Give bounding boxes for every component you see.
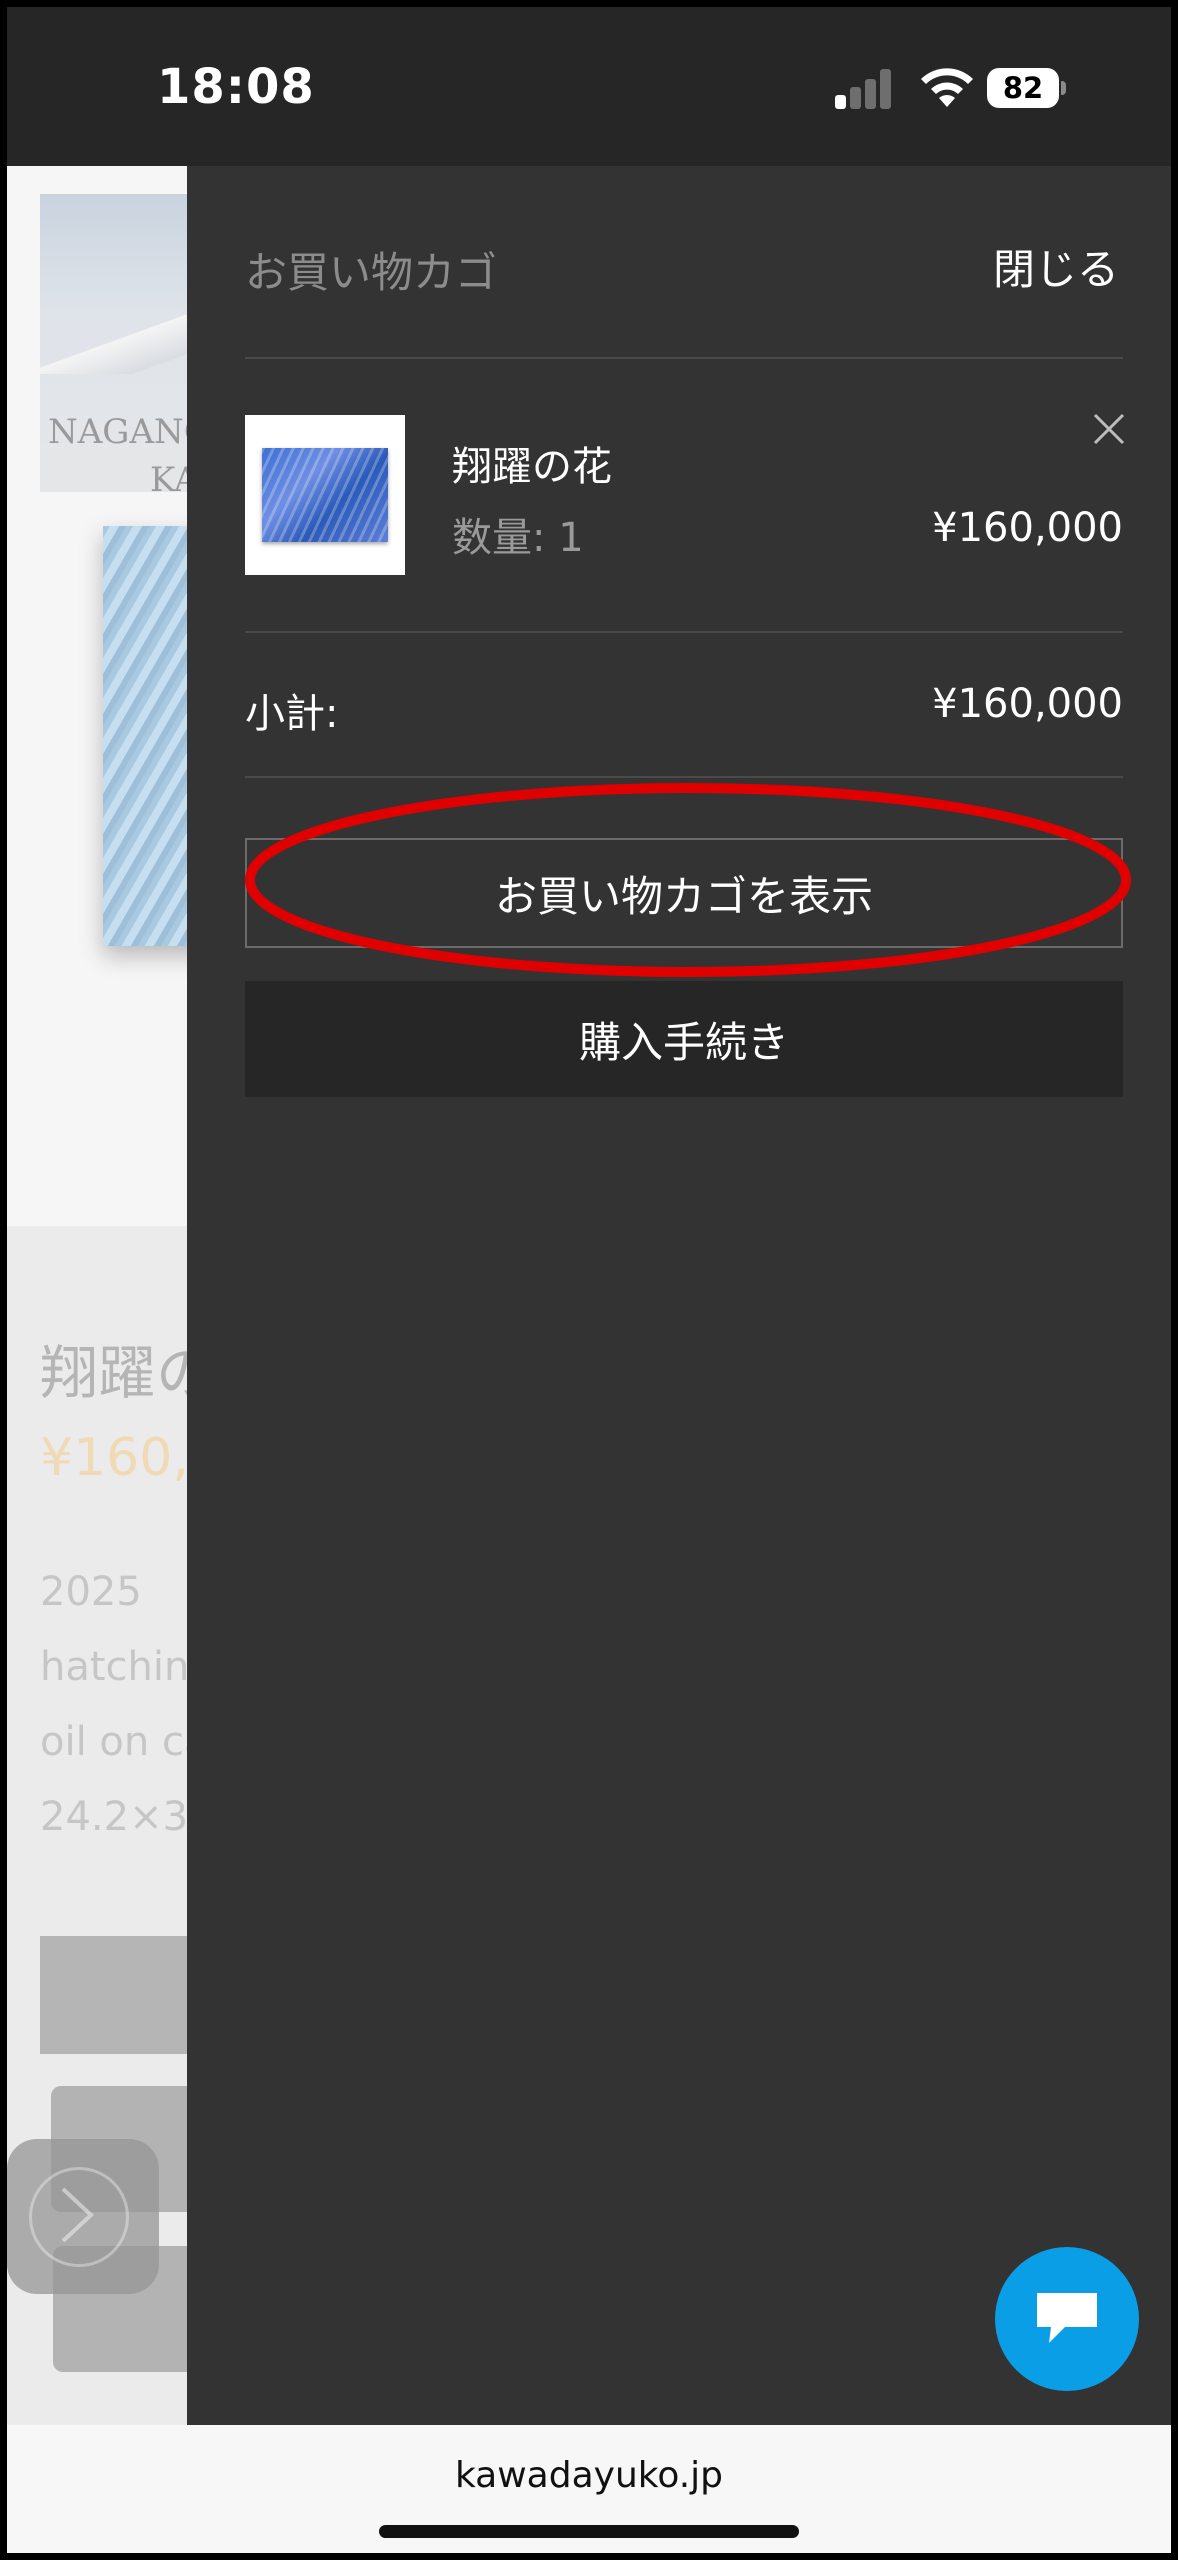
cart-item-quantity: 数量: 1 — [452, 515, 584, 561]
divider — [245, 776, 1123, 778]
divider — [245, 357, 1123, 359]
url-text[interactable]: kawadayuko.jp — [7, 2455, 1171, 2496]
checkout-label: 購入手続き — [578, 1017, 789, 1067]
checkout-button[interactable]: 購入手続き — [245, 981, 1123, 1097]
next-arrow-button[interactable] — [7, 2139, 159, 2294]
cart-drawer: お買い物カゴ 閉じる 翔躍の花 数量: 1 ¥160,000 小計: ¥160,… — [187, 166, 1171, 2425]
close-icon[interactable] — [1092, 412, 1126, 446]
cart-title: お買い物カゴ — [245, 248, 498, 297]
view-cart-label: お買い物カゴを表示 — [494, 871, 873, 921]
wifi-icon — [921, 68, 973, 107]
cart-item-artwork — [262, 448, 388, 542]
product-spec-year: 2025 — [40, 1569, 142, 1615]
quantity-field — [40, 1936, 210, 2054]
cart-item-name[interactable]: 翔躍の花 — [452, 434, 612, 492]
signal-icon — [835, 69, 893, 109]
product-spec-medium: oil on ca — [40, 1719, 209, 1765]
chat-bubble-icon — [1037, 2293, 1097, 2343]
device-frame: 18:08 82 NAGANO KAW — [0, 0, 1178, 2560]
chat-button[interactable] — [995, 2247, 1139, 2391]
subtotal-label: 小計: — [245, 691, 339, 737]
screen: 18:08 82 NAGANO KAW — [7, 7, 1171, 2553]
browser-address-bar[interactable]: kawadayuko.jp — [7, 2425, 1171, 2553]
close-cart-button[interactable]: 閉じる — [993, 236, 1119, 297]
chevron-right-icon — [61, 2187, 94, 2243]
home-indicator[interactable] — [379, 2525, 799, 2538]
battery-level: 82 — [987, 68, 1059, 108]
cart-item-price: ¥160,000 — [932, 505, 1123, 551]
divider — [245, 631, 1123, 633]
cart-item-thumbnail[interactable] — [245, 415, 405, 575]
subtotal-value: ¥160,000 — [932, 681, 1123, 727]
battery-icon: 82 — [987, 68, 1067, 108]
battery-nub — [1061, 81, 1066, 95]
status-time: 18:08 — [157, 59, 315, 115]
view-cart-button[interactable]: お買い物カゴを表示 — [245, 838, 1123, 948]
status-bar: 18:08 82 — [7, 7, 1171, 166]
